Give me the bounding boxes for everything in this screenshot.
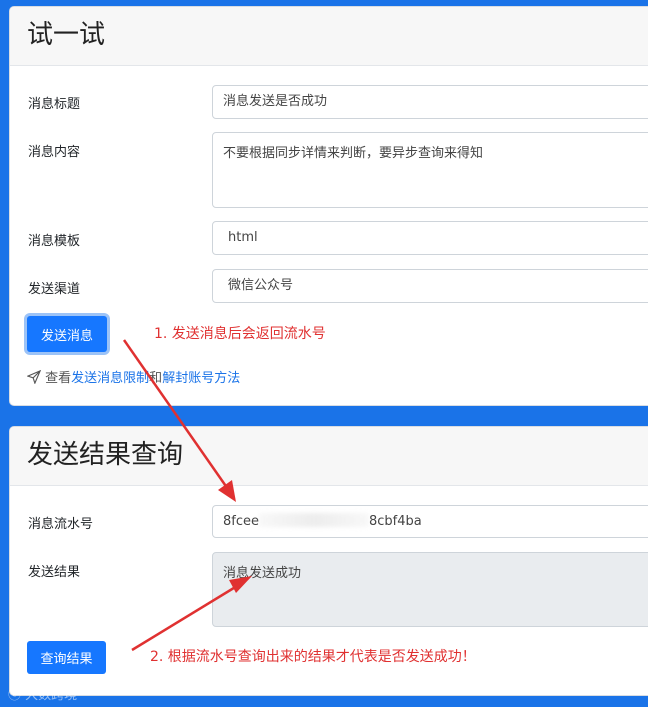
- query-card-title: 发送结果查询: [27, 440, 184, 470]
- send-icon: [26, 369, 42, 385]
- send-channel-label: 发送渠道: [28, 282, 81, 297]
- watermark: ⓒ 大数跨境: [8, 684, 77, 703]
- try-card-header: 试一试: [10, 7, 648, 66]
- step1-annotation: 1. 发送消息后会返回流水号: [154, 326, 326, 342]
- message-title-input[interactable]: 消息发送是否成功: [212, 85, 648, 119]
- send-result-label: 发送结果: [28, 565, 81, 580]
- watermark-icon: ⓒ: [8, 688, 22, 703]
- send-limit-link[interactable]: 发送消息限制: [71, 371, 149, 386]
- try-card: 试一试 消息标题 消息发送是否成功 消息内容 不要根据同步详情来判断，要异步查询…: [9, 6, 648, 406]
- send-message-button[interactable]: 发送消息: [27, 316, 107, 352]
- message-title-label: 消息标题: [28, 97, 81, 112]
- query-card-header: 发送结果查询: [10, 427, 648, 486]
- help-mid: 和: [149, 371, 163, 386]
- message-template-select[interactable]: html: [212, 221, 648, 255]
- query-result-button[interactable]: 查询结果: [27, 641, 106, 674]
- send-channel-select[interactable]: 微信公众号: [212, 269, 648, 303]
- help-line: 查看发送消息限制和解封账号方法: [26, 367, 240, 386]
- try-card-title: 试一试: [27, 20, 106, 50]
- blurred-region: [259, 513, 369, 527]
- message-template-label: 消息模板: [28, 234, 81, 249]
- message-content-label: 消息内容: [28, 145, 81, 160]
- unblock-account-link[interactable]: 解封账号方法: [162, 371, 240, 386]
- watermark-text: 大数跨境: [25, 688, 78, 703]
- serial-number-input[interactable]: 8fcee 8cbf4ba: [212, 505, 648, 538]
- help-prefix: 查看: [45, 371, 72, 386]
- message-content-textarea[interactable]: 不要根据同步详情来判断，要异步查询来得知: [212, 132, 648, 208]
- step2-annotation: 2. 根据流水号查询出来的结果才代表是否发送成功！: [150, 649, 476, 665]
- serial-number-label: 消息流水号: [28, 517, 94, 532]
- send-result-textarea: 消息发送成功: [212, 552, 648, 627]
